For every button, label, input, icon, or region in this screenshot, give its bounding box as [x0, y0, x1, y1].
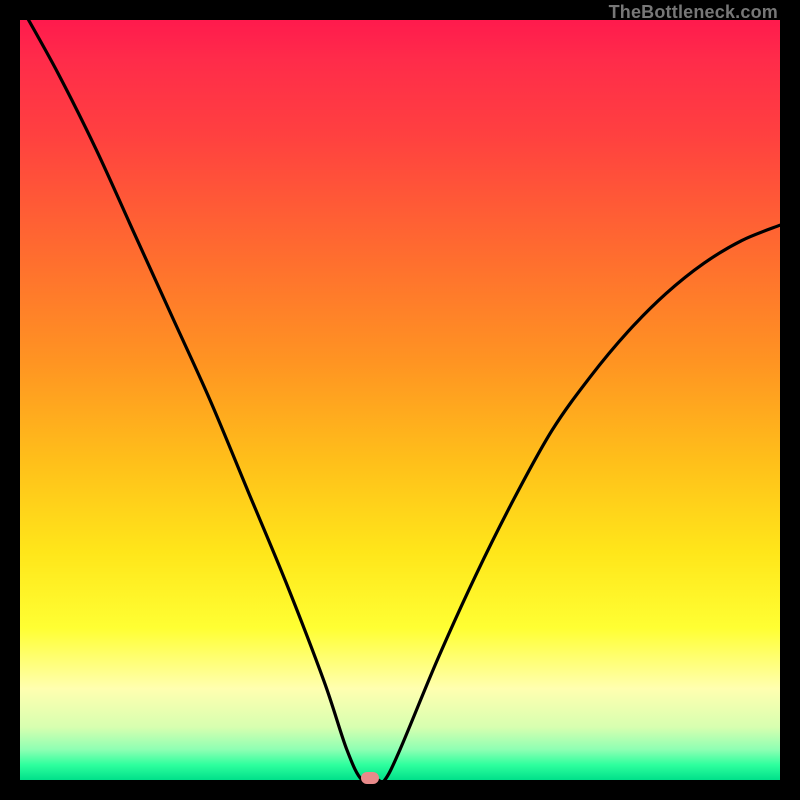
bottleneck-curve [20, 20, 780, 780]
curve-path [20, 5, 780, 782]
chart-frame: TheBottleneck.com [0, 0, 800, 800]
plot-area [20, 20, 780, 780]
optimal-point-marker [361, 772, 379, 784]
